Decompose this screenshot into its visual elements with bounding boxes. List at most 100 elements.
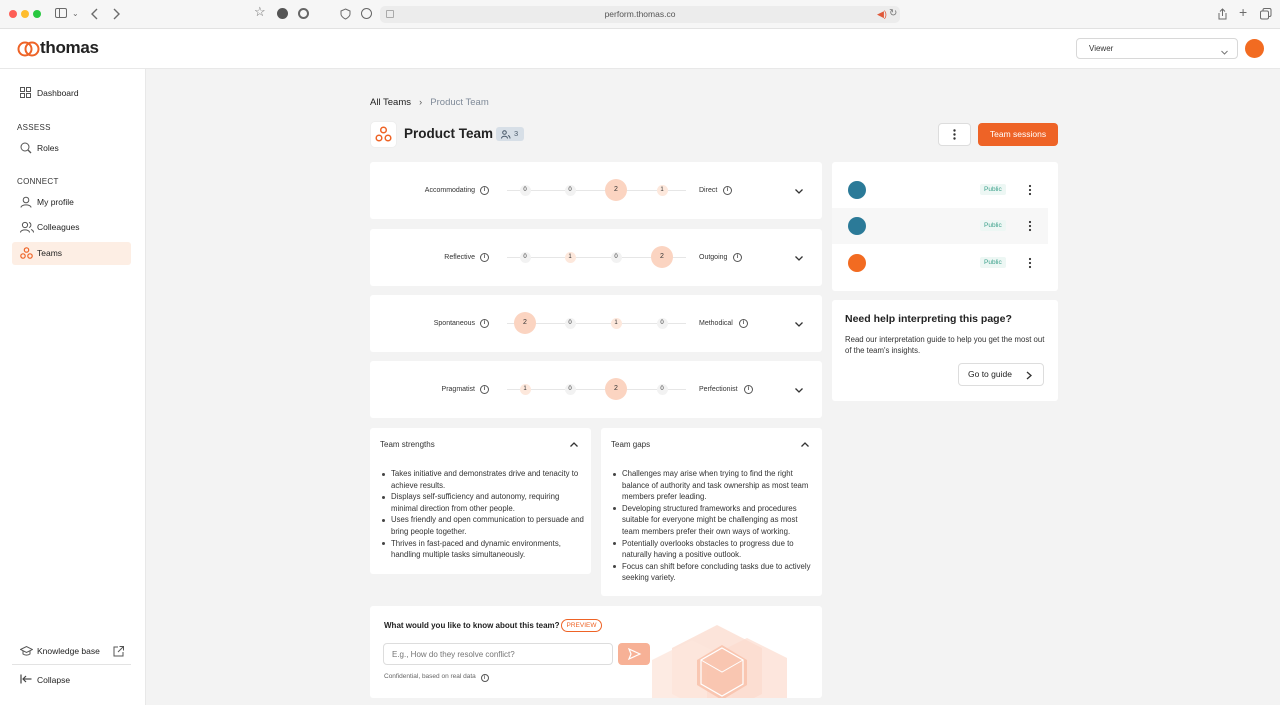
tabs-overview-icon[interactable] <box>1260 8 1272 22</box>
chevron-down-icon[interactable] <box>794 319 804 329</box>
send-icon <box>627 647 642 661</box>
sidebar-item-my-profile[interactable]: My profile <box>12 191 131 214</box>
collapse-arrow-icon <box>20 674 32 684</box>
extension-icon[interactable] <box>361 8 372 19</box>
member-row[interactable]: Public <box>832 245 1048 281</box>
minimize-window-button[interactable] <box>21 10 29 18</box>
thomas-logo-icon[interactable] <box>17 39 41 64</box>
info-icon[interactable]: i <box>739 319 748 328</box>
chevron-down-icon[interactable]: ⌄ <box>72 8 79 20</box>
trait-count-point[interactable]: 1 <box>564 251 576 263</box>
gaps-list: Challenges may arise when trying to find… <box>611 468 815 584</box>
ask-about-team-card: What would you like to know about this t… <box>370 606 822 698</box>
go-to-guide-button[interactable]: Go to guide <box>958 363 1044 386</box>
ask-input[interactable] <box>383 643 613 665</box>
member-row[interactable]: Public <box>832 172 1048 208</box>
visibility-badge: Public <box>980 220 1006 231</box>
ask-question-label: What would you like to know about this t… <box>384 621 560 630</box>
trait-count-point[interactable]: 0 <box>519 251 531 263</box>
role-select[interactable]: Viewer <box>1076 38 1238 59</box>
chevron-down-icon <box>1220 44 1229 62</box>
trait-count-point[interactable]: 2 <box>651 246 673 268</box>
browser-toolbar: ⌄ ☆ perform.thomas.co ◀) ↻ + <box>0 0 1280 29</box>
trait-left-label: Pragmatist <box>441 386 475 393</box>
trait-card[interactable]: Pragmatist i 1 0 2 0 Perfectionist i <box>370 361 822 418</box>
trait-count-point[interactable]: 2 <box>605 378 627 400</box>
sidebar-divider <box>12 664 131 665</box>
kebab-menu-icon[interactable] <box>1024 255 1036 271</box>
address-bar[interactable]: perform.thomas.co ◀) ↻ <box>380 6 900 23</box>
bookmark-star-icon[interactable]: ☆ <box>254 5 266 18</box>
help-text: Read our interpretation guide to help yo… <box>845 335 1045 355</box>
trait-count-point[interactable]: 1 <box>610 317 622 329</box>
trait-count-point[interactable]: 1 <box>519 383 531 395</box>
sidebar-item-teams[interactable]: Teams <box>12 242 131 265</box>
new-tab-icon[interactable]: + <box>1239 5 1247 19</box>
extension-icon[interactable] <box>277 8 288 19</box>
trait-count-point[interactable]: 0 <box>656 317 668 329</box>
url-text: perform.thomas.co <box>604 9 676 19</box>
trait-card[interactable]: Spontaneous i 2 0 1 0 Methodical i <box>370 295 822 352</box>
shield-icon[interactable] <box>340 8 351 22</box>
kebab-menu-icon[interactable] <box>1024 182 1036 198</box>
info-icon[interactable]: i <box>480 385 489 394</box>
sidebar-item-dashboard[interactable]: Dashboard <box>12 82 131 105</box>
grid-icon <box>20 87 31 98</box>
info-icon[interactable]: i <box>480 674 489 682</box>
trait-count-point[interactable]: 2 <box>605 179 627 201</box>
trait-count-point[interactable]: 2 <box>514 312 536 334</box>
kebab-menu-icon[interactable] <box>1024 218 1036 234</box>
list-item: Thrives in fast-paced and dynamic enviro… <box>380 538 584 561</box>
visibility-badge: Public <box>980 257 1006 268</box>
chevron-down-icon[interactable] <box>794 186 804 196</box>
info-icon[interactable]: i <box>733 253 742 262</box>
chevron-up-icon[interactable] <box>569 440 579 450</box>
member-row[interactable]: Public <box>832 208 1048 244</box>
back-icon[interactable] <box>90 8 100 22</box>
trait-card[interactable]: Reflective i 0 1 0 2 Outgoing i <box>370 229 822 286</box>
member-avatar <box>848 181 866 199</box>
trait-count-point[interactable]: 0 <box>564 383 576 395</box>
close-window-button[interactable] <box>9 10 17 18</box>
member-count-badge[interactable]: 3 <box>496 127 524 141</box>
user-avatar[interactable] <box>1245 39 1264 58</box>
chevron-down-icon[interactable] <box>794 385 804 395</box>
info-icon[interactable]: i <box>480 319 489 328</box>
sidebar-item-roles[interactable]: Roles <box>12 137 131 160</box>
team-sessions-button[interactable]: Team sessions <box>978 123 1058 146</box>
info-icon[interactable]: i <box>723 186 732 195</box>
sidebar-item-knowledge-base[interactable]: Knowledge base <box>12 640 131 663</box>
share-icon[interactable] <box>1217 8 1228 22</box>
collapse-sidebar-button[interactable]: Collapse <box>12 669 131 692</box>
trait-card[interactable]: Accommodating i 0 0 2 1 Direct i <box>370 162 822 219</box>
reload-icon[interactable]: ↻ <box>889 8 897 19</box>
list-item: Uses friendly and open communication to … <box>380 514 584 537</box>
sidebar-toggle-icon[interactable] <box>55 8 67 20</box>
info-icon[interactable]: i <box>744 385 753 394</box>
chevron-up-icon[interactable] <box>800 440 810 450</box>
info-icon[interactable]: i <box>480 253 489 262</box>
sidebar-item-colleagues[interactable]: Colleagues <box>12 216 131 239</box>
trait-count-point[interactable]: 0 <box>564 184 576 196</box>
sidebar-item-label: Knowledge base <box>37 646 100 656</box>
panel-title: Team gaps <box>611 440 651 449</box>
trait-count-point[interactable]: 0 <box>564 317 576 329</box>
more-options-button[interactable] <box>938 123 971 146</box>
brand-name[interactable]: thomas <box>40 34 99 62</box>
trait-count-point[interactable]: 0 <box>519 184 531 196</box>
chevron-down-icon[interactable] <box>794 253 804 263</box>
maximize-window-button[interactable] <box>33 10 41 18</box>
extension-icon[interactable] <box>298 8 309 19</box>
info-icon[interactable]: i <box>480 186 489 195</box>
confidential-note-text: Confidential, based on real data <box>384 673 476 680</box>
forward-icon[interactable] <box>111 8 121 22</box>
trait-count-point[interactable]: 1 <box>656 184 668 196</box>
confidential-note: Confidential, based on real data i <box>384 673 489 682</box>
chevron-right-icon: › <box>419 97 423 107</box>
breadcrumb-all-teams[interactable]: All Teams <box>370 97 411 108</box>
trait-count-point[interactable]: 0 <box>610 251 622 263</box>
list-item: Takes initiative and demonstrates drive … <box>380 468 584 491</box>
send-button[interactable] <box>618 643 650 665</box>
audio-icon[interactable]: ◀) <box>877 9 887 20</box>
trait-count-point[interactable]: 0 <box>656 383 668 395</box>
